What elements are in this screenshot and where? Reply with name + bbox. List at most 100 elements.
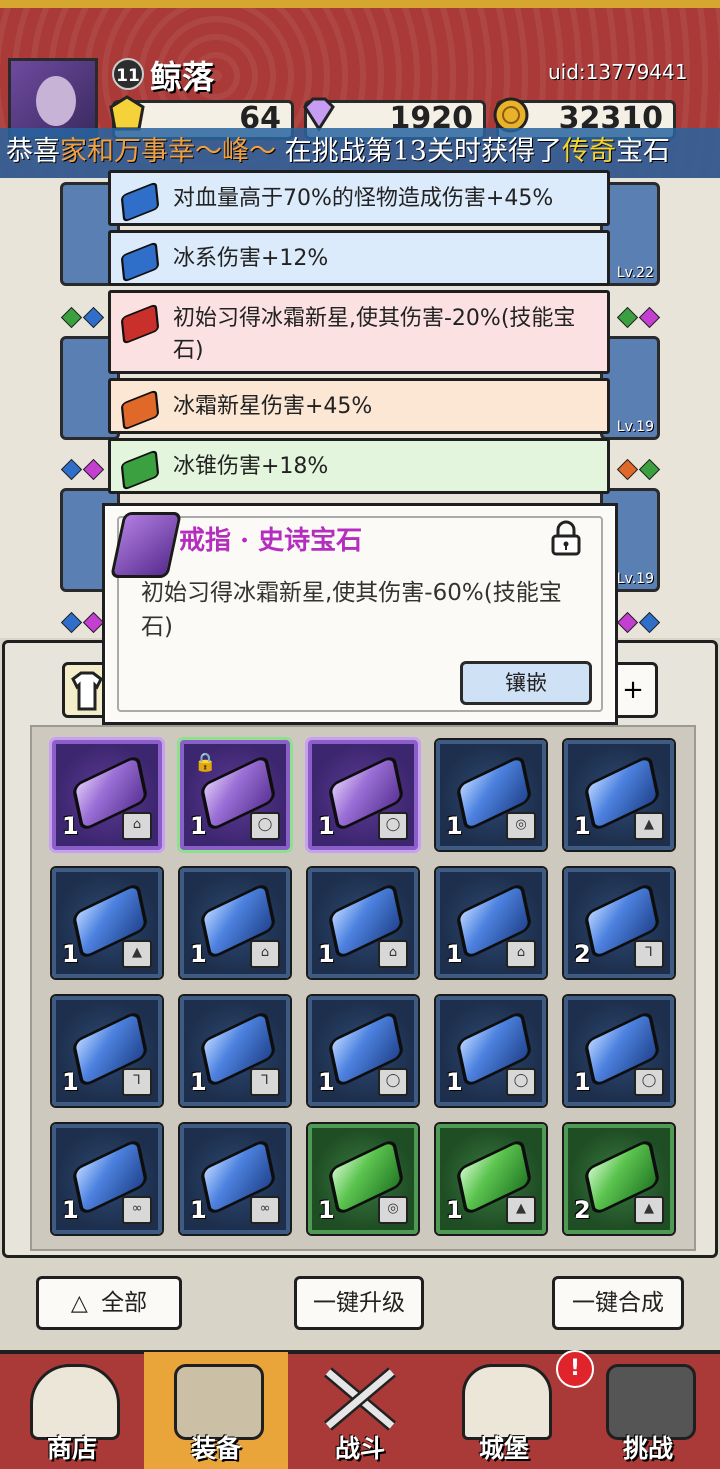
inventory-gem-tile[interactable]: 1 ▲	[564, 740, 674, 850]
inventory-gem-tile[interactable]: 2ꓶ	[564, 868, 674, 978]
nav-equipment[interactable]: 装备	[144, 1352, 288, 1469]
ticker-suffix: 宝石	[615, 136, 670, 167]
slot-level: Lv.22	[616, 265, 654, 281]
ticker-middle: 在挑战第13关时获得了	[276, 136, 562, 167]
inventory-gem-tile[interactable]: 1 ⌂	[308, 868, 418, 978]
popup-description: 初始习得冰霜新星,使其伤害-60%(技能宝石)	[141, 580, 562, 640]
inventory-gem-tile[interactable]: 1 ▲	[436, 1124, 546, 1234]
inventory-gem-tile[interactable]: 1ꓶ	[180, 996, 290, 1106]
nav-shop[interactable]: 商店	[0, 1352, 144, 1469]
affix-row: 初始习得冰霜新星,使其伤害-20%(技能宝石)	[108, 290, 610, 374]
gem-count: 1	[62, 1068, 79, 1096]
gem-count: 1	[318, 812, 335, 840]
level-badge: 11	[112, 58, 144, 90]
slot-level: Lv.19	[616, 571, 654, 587]
inlay-button[interactable]: 镶嵌	[460, 661, 592, 705]
amulet-slot-icon: ◎	[378, 1196, 408, 1224]
header-trim	[0, 0, 720, 8]
filter-all-label: 全部	[101, 1290, 148, 1316]
inventory-gem-tile[interactable]: 1 ◯	[564, 996, 674, 1106]
armor-slot-icon: ▲	[634, 812, 664, 840]
gem-count: 1	[190, 1196, 207, 1224]
nav-castle[interactable]: 城堡	[432, 1352, 576, 1469]
gem-count: 1	[62, 940, 79, 968]
gem-count: 1	[190, 1068, 207, 1096]
player-uid: uid:13779441	[548, 60, 688, 84]
combine-all-button[interactable]: 一键合成	[552, 1276, 684, 1330]
bracelet-slot-icon: ∞	[122, 1196, 152, 1224]
red-gem-icon	[120, 303, 160, 345]
filter-all-button[interactable]: △ 全部	[36, 1276, 182, 1330]
inventory-gem-tile[interactable]: 1 ▲	[52, 868, 162, 978]
green-gem-icon	[120, 449, 160, 491]
alert-badge: !	[556, 1350, 594, 1388]
armor-slot-icon: ▲	[122, 940, 152, 968]
inventory-gem-tile[interactable]: 1 ∞	[52, 1124, 162, 1234]
inventory-gem-tile[interactable]: 2 ▲	[564, 1124, 674, 1234]
affix-row: 冰霜新星伤害+45%	[108, 378, 610, 434]
affix-text: 冰霜新星伤害+45%	[173, 394, 373, 419]
lock-icon[interactable]	[549, 520, 583, 556]
armor-slot-icon: ▲	[506, 1196, 536, 1224]
nav-equipment-label: 装备	[190, 1434, 241, 1463]
blue-gem-icon	[120, 241, 160, 283]
ring-slot-icon: ◯	[378, 1068, 408, 1096]
affix-text: 冰系伤害+12%	[173, 246, 329, 271]
gem-count: 1	[446, 940, 463, 968]
inventory-gem-tile[interactable]: 🔒 1 ◯	[180, 740, 290, 850]
nav-challenge[interactable]: 挑战	[576, 1352, 720, 1469]
affix-row: 冰锥伤害+18%	[108, 438, 610, 494]
boot-slot-icon: ⌂	[122, 812, 152, 840]
boot-slot-icon: ⌂	[250, 940, 280, 968]
inventory-gem-tile[interactable]: 1 ◯	[308, 740, 418, 850]
inventory-gem-tile[interactable]: 1 ⌂	[436, 868, 546, 978]
amulet-slot-icon: ◎	[506, 812, 536, 840]
affix-text: 冰锥伤害+18%	[173, 454, 329, 479]
nav-battle-label: 战斗	[334, 1434, 385, 1463]
gem-count: 1	[446, 1068, 463, 1096]
gem-count: 1	[62, 1196, 79, 1224]
nav-castle-label: 城堡	[478, 1434, 529, 1463]
inventory-gem-tile[interactable]: 1 ◯	[308, 996, 418, 1106]
upgrade-all-button[interactable]: 一键升级	[294, 1276, 424, 1330]
slot-level: Lv.19	[616, 419, 654, 435]
nav-battle[interactable]: 战斗	[288, 1352, 432, 1469]
inventory-gem-tile[interactable]: 1 ◎	[436, 740, 546, 850]
lock-icon: 🔒	[194, 752, 217, 773]
gem-count: 2	[574, 1196, 591, 1224]
ring-slot-icon: ◯	[506, 1068, 536, 1096]
inventory-gem-tile[interactable]: 1 ◎	[308, 1124, 418, 1234]
weapon-slot-icon: ꓶ	[122, 1068, 152, 1096]
affix-text: 初始习得冰霜新星,使其伤害-20%(技能宝石)	[173, 306, 576, 363]
crossed-swords-icon	[318, 1364, 402, 1434]
ticker-rarity: 传奇	[561, 136, 616, 167]
bracelet-slot-icon: ∞	[250, 1196, 280, 1224]
affix-row: 对血量高于70%的怪物造成伤害+45%	[108, 170, 610, 226]
nav-challenge-label: 挑战	[622, 1434, 673, 1463]
player-name: 鲸落	[150, 58, 215, 96]
boot-slot-icon: ⌂	[506, 940, 536, 968]
gem-count: 1	[62, 812, 79, 840]
popup-title: 戒指 · 史诗宝石	[179, 526, 363, 556]
armor-slot-icon: ▲	[634, 1196, 664, 1224]
affix-text: 对血量高于70%的怪物造成伤害+45%	[173, 186, 554, 211]
inventory-gem-tile[interactable]: 1 ◯	[436, 996, 546, 1106]
ring-slot-icon: ◯	[634, 1068, 664, 1096]
blue-gem-icon	[120, 181, 160, 223]
gem-count: 1	[190, 940, 207, 968]
ring-slot-icon: ◯	[378, 812, 408, 840]
inventory-gem-tile[interactable]: 1 ∞	[180, 1124, 290, 1234]
inventory-gem-tile[interactable]: 1ꓶ	[52, 996, 162, 1106]
gem-count: 1	[574, 1068, 591, 1096]
triangle-up-icon: △	[70, 1291, 88, 1316]
gem-count: 1	[190, 812, 207, 840]
inventory-gem-tile[interactable]: 1 ⌂	[180, 868, 290, 978]
gem-detail-popup: 戒指 · 史诗宝石 初始习得冰霜新星,使其伤害-60%(技能宝石) 镶嵌	[102, 503, 618, 725]
gem-count: 1	[574, 812, 591, 840]
inventory-gem-tile[interactable]: 1 ⌂	[52, 740, 162, 850]
affix-row: 冰系伤害+12%	[108, 230, 610, 286]
nav-shop-label: 商店	[46, 1434, 97, 1463]
weapon-slot-icon: ꓶ	[250, 1068, 280, 1096]
gem-count: 2	[574, 940, 591, 968]
gem-count: 1	[318, 1068, 335, 1096]
